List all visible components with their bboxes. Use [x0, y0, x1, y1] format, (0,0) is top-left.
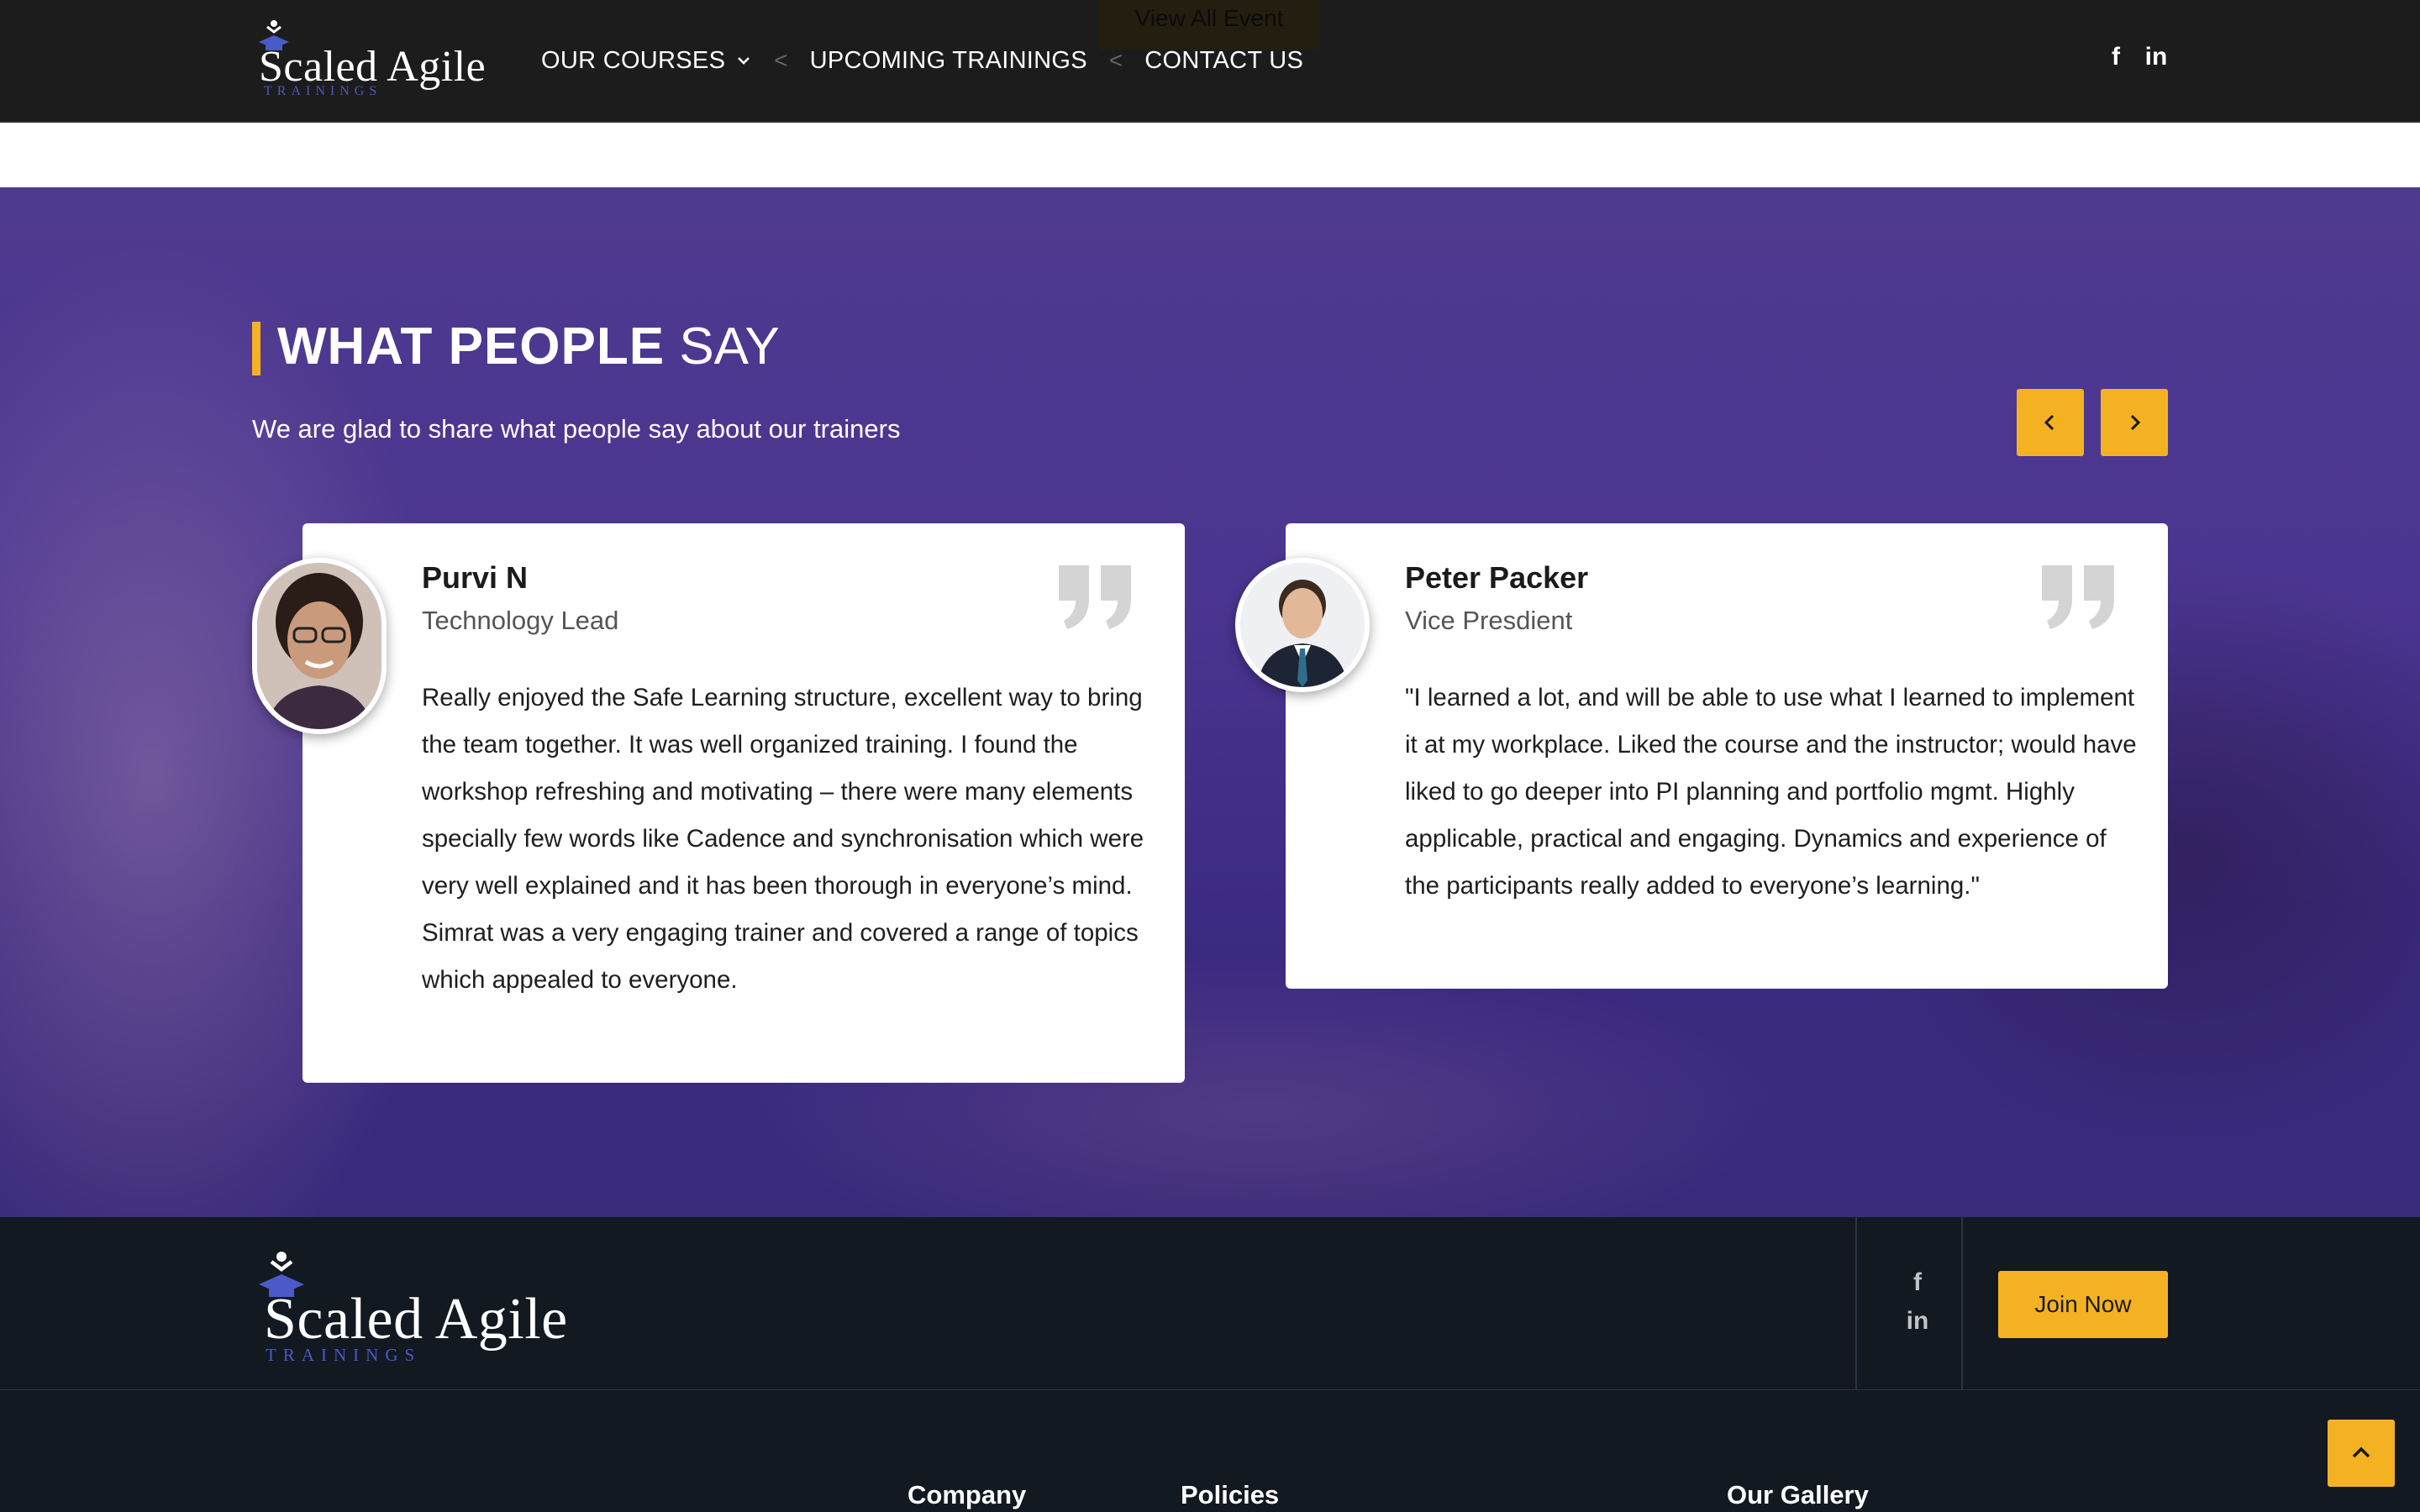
testimonial-role: Technology Lead [422, 606, 619, 635]
quote-icon [2042, 565, 2114, 629]
chevron-right-icon [2130, 414, 2141, 431]
section-subtitle: We are glad to share what people say abo… [252, 414, 901, 444]
footer-logo[interactable]: Scaled Agile TRAININGS [250, 1249, 587, 1365]
footer-top-bar: Scaled Agile TRAININGS f in Join Now [0, 1217, 2420, 1390]
person-photo-icon [1240, 563, 1365, 687]
site-logo[interactable]: Scaled Agile TRAININGS [250, 17, 494, 101]
footer-heading-gallery: Our Gallery [1727, 1480, 1869, 1509]
testimonial-name: Peter Packer [1405, 560, 1589, 595]
chevron-left-icon [2044, 414, 2054, 431]
testimonial-name: Purvi N [422, 560, 529, 595]
join-now-button[interactable]: Join Now [1998, 1271, 2168, 1338]
testimonial-role: Vice Presdient [1405, 606, 1573, 635]
nav-our-courses[interactable]: OUR COURSES [541, 47, 752, 75]
carousel-next-button[interactable] [2101, 389, 2168, 456]
main-nav: OUR COURSES < UPCOMING TRAININGS < CONTA… [541, 44, 1303, 77]
site-footer: Scaled Agile TRAININGS f in Join Now Com… [0, 1217, 2420, 1512]
chevron-down-icon [738, 57, 750, 65]
facebook-icon[interactable]: f [2102, 42, 2129, 72]
footer-divider [1961, 1217, 1963, 1390]
linkedin-icon[interactable]: in [1901, 1305, 1934, 1338]
facebook-icon[interactable]: f [1901, 1266, 1934, 1299]
nav-contact-us[interactable]: CONTACT US [1144, 47, 1303, 75]
site-header: View All Event Scaled Agile TRAININGS OU… [0, 0, 2420, 123]
content-spacer [0, 124, 2420, 187]
avatar [252, 558, 387, 734]
scroll-to-top-button[interactable] [2328, 1420, 2395, 1487]
view-all-event-button[interactable]: View All Event [1098, 0, 1320, 50]
person-photo-icon [257, 563, 381, 729]
title-accent-bar [252, 322, 260, 375]
nav-separator: < [1108, 47, 1123, 73]
chevron-up-icon [2352, 1446, 2370, 1458]
logo-subtitle: TRAININGS [264, 84, 382, 98]
section-title-bold: WHAT PEOPLE [277, 318, 666, 375]
quote-icon [1059, 565, 1131, 629]
testimonial-text: "I learned a lot, and will be able to us… [1405, 684, 2137, 900]
testimonial-card: Peter Packer Vice Presdient "I learned a… [1286, 523, 2168, 989]
avatar [1235, 558, 1370, 692]
section-title: WHAT PEOPLE SAY [277, 317, 780, 376]
footer-heading-policies: Policies [1181, 1480, 1280, 1509]
carousel-prev-button[interactable] [2017, 389, 2084, 456]
nav-separator: < [774, 47, 788, 73]
nav-upcoming-trainings[interactable]: UPCOMING TRAININGS [810, 47, 1087, 75]
testimonial-card: Purvi N Technology Lead Really enjoyed t… [302, 523, 1185, 1083]
footer-divider [1855, 1217, 1857, 1390]
logo-title: Scaled Agile [264, 1287, 568, 1352]
testimonial-text: Really enjoyed the Safe Learning structu… [422, 684, 1144, 994]
footer-heading-company: Company [908, 1480, 1027, 1509]
logo-subtitle: TRAININGS [266, 1345, 422, 1365]
nav-our-courses-label: OUR COURSES [541, 46, 726, 74]
linkedin-icon[interactable]: in [2143, 42, 2170, 72]
section-title-light: SAY [679, 318, 780, 375]
